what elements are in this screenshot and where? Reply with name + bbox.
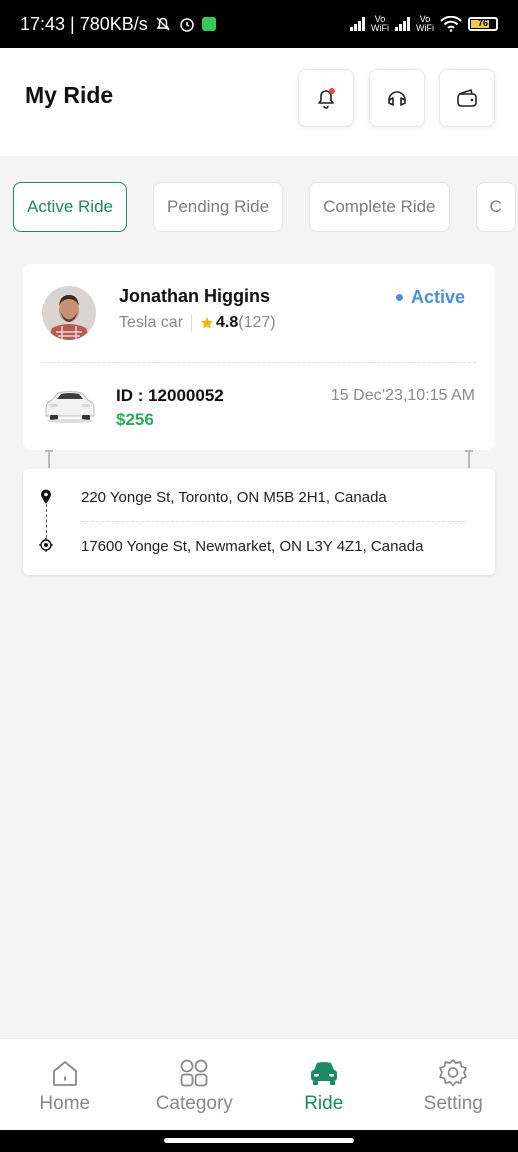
ride-card[interactable]: Jonathan Higgins Tesla car 4.8 (127) Act… xyxy=(23,264,495,450)
home-indicator[interactable] xyxy=(164,1138,354,1143)
status-label: Active xyxy=(410,287,465,307)
wallet-icon xyxy=(457,89,477,107)
status-time: 17:43 | 780KB/s xyxy=(20,13,148,34)
app-notification-icon xyxy=(201,17,216,31)
tab-active-ride[interactable]: Active Ride xyxy=(13,182,127,232)
address-divider xyxy=(81,521,465,522)
wallet-button[interactable] xyxy=(439,69,495,127)
dropoff-target-icon xyxy=(39,538,53,552)
nav-category[interactable]: Category xyxy=(130,1039,260,1130)
wifi-icon xyxy=(440,16,462,32)
rating-value: 4.8 xyxy=(216,314,239,331)
gesture-bar xyxy=(0,1130,518,1152)
dropoff-address: 17600 Yonge St, Newmarket, ON L3Y 4Z1, C… xyxy=(81,538,424,555)
nav-ride[interactable]: Ride xyxy=(259,1039,389,1130)
car-rating-line: Tesla car 4.8 (127) xyxy=(119,314,276,332)
car-icon xyxy=(310,1062,337,1085)
nav-setting-label: Setting xyxy=(423,1093,483,1114)
signal-icon xyxy=(350,17,365,31)
signal-icon-2 xyxy=(395,17,410,31)
alarm-icon xyxy=(180,18,194,32)
nav-category-label: Category xyxy=(155,1093,233,1114)
driver-avatar xyxy=(42,286,96,340)
nav-home-label: Home xyxy=(39,1093,91,1114)
bottom-nav: Home Category Ride Setting xyxy=(0,1038,518,1130)
battery-percent: 76 xyxy=(477,18,488,28)
headset-icon xyxy=(388,91,406,106)
notifications-button[interactable] xyxy=(298,69,354,127)
pickup-address: 220 Yonge St, Toronto, ON M5B 2H1, Canad… xyxy=(81,489,387,506)
card-connector-left xyxy=(45,450,53,468)
ride-price: $256 xyxy=(116,410,154,429)
nav-setting[interactable]: Setting xyxy=(389,1039,518,1130)
nav-home[interactable]: Home xyxy=(0,1039,130,1130)
wifi-calling-label-2: WiFi xyxy=(416,23,434,33)
card-connector-right xyxy=(465,450,473,468)
page-title: My Ride xyxy=(25,82,114,108)
ride-date: 15 Dec’23,10:15 AM xyxy=(330,387,475,404)
car-image xyxy=(42,384,98,424)
review-count: (127) xyxy=(238,314,276,331)
driver-name: Jonathan Higgins xyxy=(119,286,271,306)
app-header: My Ride xyxy=(0,48,518,156)
separator xyxy=(191,314,193,332)
status-dot-icon xyxy=(395,294,403,301)
status-badge: Active xyxy=(395,287,465,308)
support-button[interactable] xyxy=(369,69,425,127)
gear-icon xyxy=(439,1059,468,1087)
tab-pending-ride[interactable]: Pending Ride xyxy=(152,182,284,232)
wifi-calling-label: WiFi xyxy=(371,23,389,33)
status-bar: 17:43 | 780KB/s Vo WiFi Vo WiFi 76 xyxy=(0,0,518,48)
tab-complete-ride[interactable]: Complete Ride xyxy=(309,182,450,232)
mute-bell-icon xyxy=(156,17,170,31)
tab-partial[interactable]: C xyxy=(475,182,516,232)
ride-id: ID : 12000052 xyxy=(116,386,224,405)
route-line xyxy=(46,504,47,538)
ride-tabs: Active Ride Pending Ride Complete Ride C xyxy=(13,182,516,232)
grid-icon xyxy=(180,1059,208,1087)
nav-ride-label: Ride xyxy=(304,1093,344,1114)
divider xyxy=(42,362,476,363)
battery-icon: 76 xyxy=(468,17,498,31)
home-icon xyxy=(52,1061,77,1086)
route-card: 220 Yonge St, Toronto, ON M5B 2H1, Canad… xyxy=(23,469,495,575)
car-model: Tesla car xyxy=(119,314,184,331)
bell-icon xyxy=(318,88,335,109)
star-icon xyxy=(201,317,214,329)
pickup-pin-icon xyxy=(41,489,51,504)
